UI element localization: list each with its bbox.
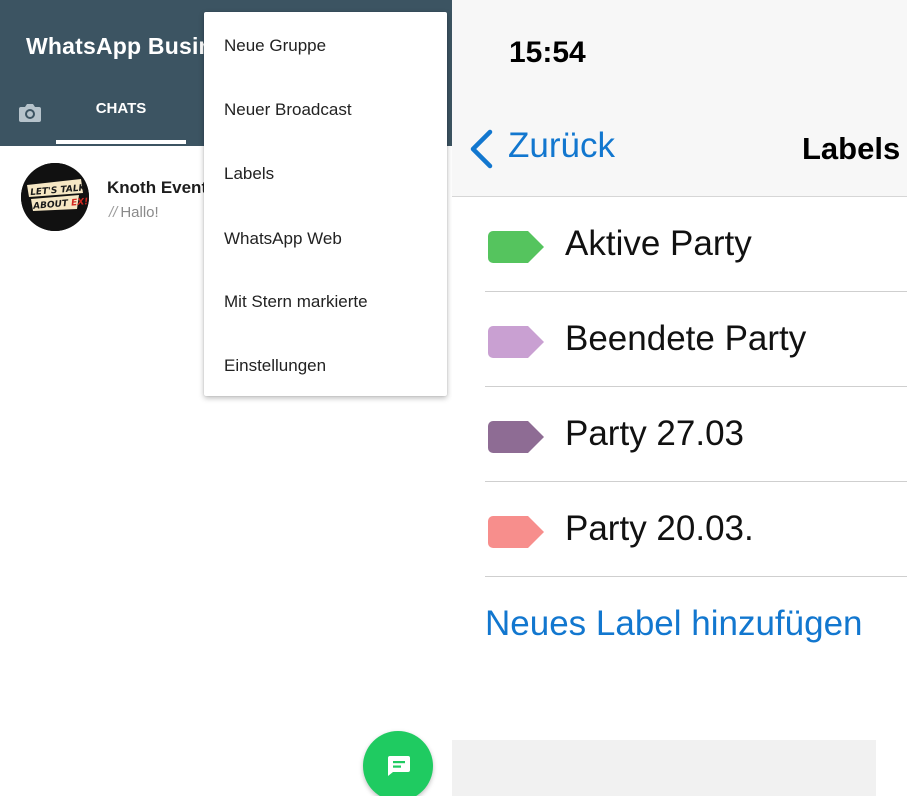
navigation-bar xyxy=(452,0,907,197)
message-icon xyxy=(388,756,410,776)
menu-item-whatsapp-web[interactable]: WhatsApp Web xyxy=(224,229,342,249)
label-name: Party 20.03. xyxy=(565,509,754,548)
status-time: 15:54 xyxy=(509,36,586,69)
add-label-button[interactable]: Neues Label hinzufügen xyxy=(485,604,863,644)
screen-edge xyxy=(876,740,907,796)
menu-item-labels[interactable]: Labels xyxy=(224,164,274,184)
ios-screen: 15:54 Zurück Labels Aktive Party Beendet… xyxy=(452,0,907,796)
back-label: Zurück xyxy=(508,126,615,165)
label-tag-icon xyxy=(488,421,544,453)
label-tag-icon xyxy=(488,326,544,358)
android-screen: WhatsApp Business CHATS LET'S TALK ABOUT… xyxy=(0,0,452,796)
label-tag-icon xyxy=(488,516,544,548)
avatar: LET'S TALK ABOUT EX! xyxy=(21,163,89,231)
divider xyxy=(485,576,907,577)
chat-preview-text: Hallo! xyxy=(120,204,159,221)
tab-indicator xyxy=(56,140,186,144)
menu-item-starred[interactable]: Mit Stern markierte xyxy=(224,292,368,312)
label-row[interactable]: Aktive Party xyxy=(485,197,907,292)
chat-preview: //Hallo! xyxy=(109,204,159,221)
overflow-menu: Neue Gruppe Neuer Broadcast Labels Whats… xyxy=(204,12,447,396)
label-row[interactable]: Beendete Party xyxy=(485,292,907,387)
label-tag-icon xyxy=(488,231,544,263)
tab-chats[interactable]: CHATS xyxy=(56,100,186,117)
chat-name: Knoth Events xyxy=(107,178,217,197)
label-name: Aktive Party xyxy=(565,224,752,263)
bottom-area xyxy=(452,740,876,796)
label-row[interactable]: Party 27.03 xyxy=(485,387,907,482)
menu-item-settings[interactable]: Einstellungen xyxy=(224,356,326,376)
label-name: Party 27.03 xyxy=(565,414,744,453)
menu-item-new-broadcast[interactable]: Neuer Broadcast xyxy=(224,100,352,120)
new-chat-button[interactable] xyxy=(363,731,433,796)
chevron-left-icon xyxy=(470,129,493,169)
double-check-icon: // xyxy=(109,204,118,221)
menu-item-new-group[interactable]: Neue Gruppe xyxy=(224,36,326,56)
camera-icon[interactable] xyxy=(18,103,42,123)
label-name: Beendete Party xyxy=(565,319,807,358)
page-title: Labels xyxy=(802,131,901,166)
label-row[interactable]: Party 20.03. xyxy=(485,482,907,577)
